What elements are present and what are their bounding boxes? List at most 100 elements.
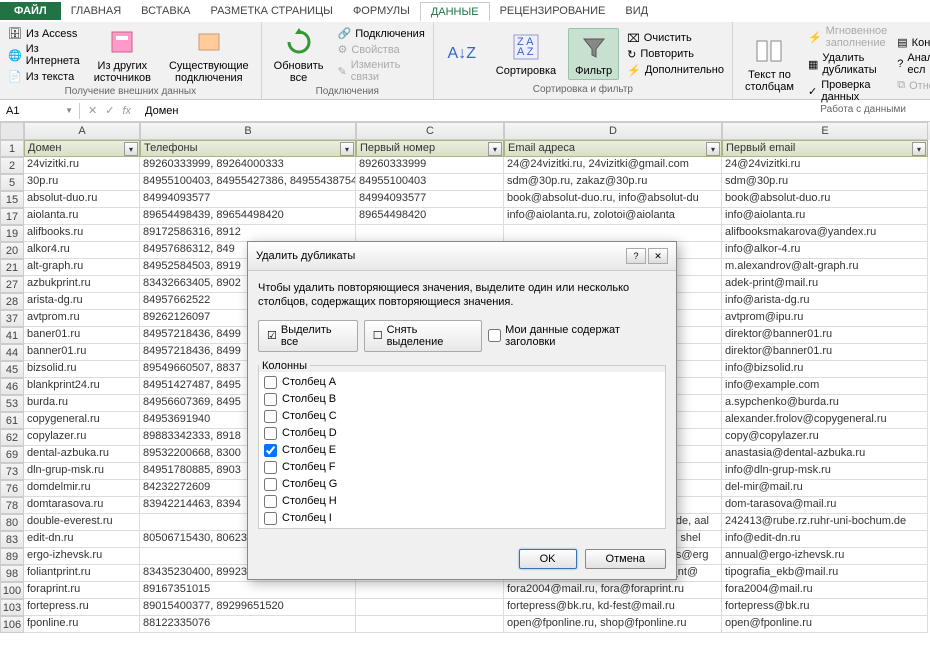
cell[interactable]: alifbooks.ru <box>24 225 140 242</box>
row-header[interactable]: 27 <box>0 276 24 293</box>
cell[interactable]: 89167351015 <box>140 582 356 599</box>
row-header[interactable]: 2 <box>0 157 24 174</box>
help-button[interactable]: ? <box>626 248 646 264</box>
cell[interactable] <box>504 225 722 242</box>
fx-icon[interactable]: fx <box>122 105 131 117</box>
col-header-a[interactable]: A <box>24 122 140 140</box>
cell[interactable]: info@aiolanta.ru <box>722 208 928 225</box>
tab-file[interactable]: ФАЙЛ <box>0 2 61 20</box>
cell[interactable]: anastasia@dental-azbuka.ru <box>722 446 928 463</box>
col-header-d[interactable]: D <box>504 122 722 140</box>
accept-fx-icon[interactable]: ✓ <box>105 104 114 117</box>
cell[interactable]: a.sypchenko@burda.ru <box>722 395 928 412</box>
row-header[interactable]: 28 <box>0 293 24 310</box>
cell[interactable]: blankprint24.ru <box>24 378 140 395</box>
cell[interactable]: info@aiolanta.ru, zolotoi@aiolanta <box>504 208 722 225</box>
cell[interactable]: info@alkor-4.ru <box>722 242 928 259</box>
row-header[interactable]: 61 <box>0 412 24 429</box>
cell[interactable]: 84994093577 <box>140 191 356 208</box>
cancel-button[interactable]: Отмена <box>585 549 666 569</box>
row-header[interactable]: 46 <box>0 378 24 395</box>
row-header[interactable]: 76 <box>0 480 24 497</box>
advanced-filter-button[interactable]: ⚡Дополнительно <box>625 63 726 78</box>
row-header[interactable]: 44 <box>0 344 24 361</box>
cell[interactable]: copy@copylazer.ru <box>722 429 928 446</box>
column-checkbox-item[interactable]: Столбец G <box>261 476 663 493</box>
cell[interactable]: 84994093577 <box>356 191 504 208</box>
cell[interactable]: fora2004@mail.ru <box>722 582 928 599</box>
cell[interactable]: burda.ru <box>24 395 140 412</box>
filter-dropdown-icon[interactable]: ▾ <box>124 142 138 156</box>
cell[interactable]: fortepress.ru <box>24 599 140 616</box>
col-header-b[interactable]: B <box>140 122 356 140</box>
cell[interactable]: 24@24vizitki.ru, 24vizitki@gmail.com <box>504 157 722 174</box>
cell[interactable]: fponline.ru <box>24 616 140 633</box>
row-header[interactable]: 41 <box>0 327 24 344</box>
cell[interactable] <box>356 599 504 616</box>
cell[interactable]: del-mir@mail.ru <box>722 480 928 497</box>
table-header[interactable]: Домен▾ <box>24 140 140 157</box>
column-checkbox-item[interactable]: Столбец C <box>261 408 663 425</box>
row-header[interactable]: 62 <box>0 429 24 446</box>
columns-list[interactable]: Столбец AСтолбец BСтолбец CСтолбец DСтол… <box>259 372 665 528</box>
connections-button[interactable]: 🔗Подключения <box>335 26 426 41</box>
cell[interactable]: bizsolid.ru <box>24 361 140 378</box>
row-header[interactable]: 15 <box>0 191 24 208</box>
cell[interactable]: 84955100403 <box>356 174 504 191</box>
cell[interactable]: ergo-izhevsk.ru <box>24 548 140 565</box>
cell[interactable]: copylazer.ru <box>24 429 140 446</box>
cell[interactable]: fora2004@mail.ru, fora@foraprint.ru <box>504 582 722 599</box>
cell[interactable]: dln-grup-msk.ru <box>24 463 140 480</box>
row-header[interactable]: 73 <box>0 463 24 480</box>
cell[interactable]: info@dln-grup-msk.ru <box>722 463 928 480</box>
cell[interactable]: foraprint.ru <box>24 582 140 599</box>
cell[interactable]: arista-dg.ru <box>24 293 140 310</box>
table-header[interactable]: Первый email▾ <box>722 140 928 157</box>
cell[interactable]: alt-graph.ru <box>24 259 140 276</box>
refresh-all-button[interactable]: Обновить все <box>268 24 330 86</box>
cell[interactable]: alifbooksmakarova@yandex.ru <box>722 225 928 242</box>
cell[interactable]: sdm@30p.ru, zakaz@30p.ru <box>504 174 722 191</box>
cell[interactable]: annual@ergo-izhevsk.ru <box>722 548 928 565</box>
cell[interactable]: direktor@banner01.ru <box>722 344 928 361</box>
cell[interactable]: open@fponline.ru <box>722 616 928 633</box>
column-checkbox-item[interactable]: Столбец I <box>261 510 663 527</box>
tab-home[interactable]: ГЛАВНАЯ <box>61 2 131 20</box>
existing-conn-button[interactable]: Существующие подключения <box>163 24 255 86</box>
cancel-fx-icon[interactable]: ✕ <box>88 104 97 117</box>
cell[interactable]: 89654498439, 89654498420 <box>140 208 356 225</box>
column-checkbox-item[interactable]: Столбец H <box>261 493 663 510</box>
row-header[interactable]: 78 <box>0 497 24 514</box>
cell[interactable]: adek-print@mail.ru <box>722 276 928 293</box>
row-header[interactable]: 100 <box>0 582 24 599</box>
cell[interactable]: domtarasova.ru <box>24 497 140 514</box>
consolidate-button[interactable]: ▤Консолидация <box>895 35 930 50</box>
filter-dropdown-icon[interactable]: ▾ <box>706 142 720 156</box>
from-other-button[interactable]: Из других источников <box>88 24 157 86</box>
filter-dropdown-icon[interactable]: ▾ <box>912 142 926 156</box>
row-header[interactable]: 83 <box>0 531 24 548</box>
deselect-all-button[interactable]: ☐Снять выделение <box>364 320 482 352</box>
column-checkbox-item[interactable]: Столбец D <box>261 425 663 442</box>
cell[interactable]: open@fponline.ru, shop@fponline.ru <box>504 616 722 633</box>
clear-filter-button[interactable]: ⌧Очистить <box>625 31 726 46</box>
row-header[interactable]: 19 <box>0 225 24 242</box>
cell[interactable]: info@example.com <box>722 378 928 395</box>
from-text-button[interactable]: 📄Из текста <box>6 69 82 84</box>
cell[interactable]: 89260333999, 89264000333 <box>140 157 356 174</box>
cell[interactable]: alkor4.ru <box>24 242 140 259</box>
row-header[interactable]: 1 <box>0 140 24 157</box>
cell[interactable]: info@arista-dg.ru <box>722 293 928 310</box>
column-checkbox-item[interactable]: Столбец F <box>261 459 663 476</box>
column-checkbox-item[interactable]: Столбец E <box>261 442 663 459</box>
properties-button[interactable]: ⚙Свойства <box>335 42 426 57</box>
cell[interactable]: alexander.frolov@copygeneral.ru <box>722 412 928 429</box>
row-header[interactable]: 21 <box>0 259 24 276</box>
column-checkbox-item[interactable]: Столбец A <box>261 374 663 391</box>
relationships-button[interactable]: ⧉Отношения <box>895 78 930 93</box>
close-button[interactable]: ✕ <box>648 248 668 264</box>
text-to-columns-button[interactable]: Текст по столбцам <box>739 33 800 95</box>
ok-button[interactable]: OK <box>519 549 577 569</box>
cell[interactable]: banner01.ru <box>24 344 140 361</box>
from-web-button[interactable]: 🌐Из Интернета <box>6 42 82 68</box>
